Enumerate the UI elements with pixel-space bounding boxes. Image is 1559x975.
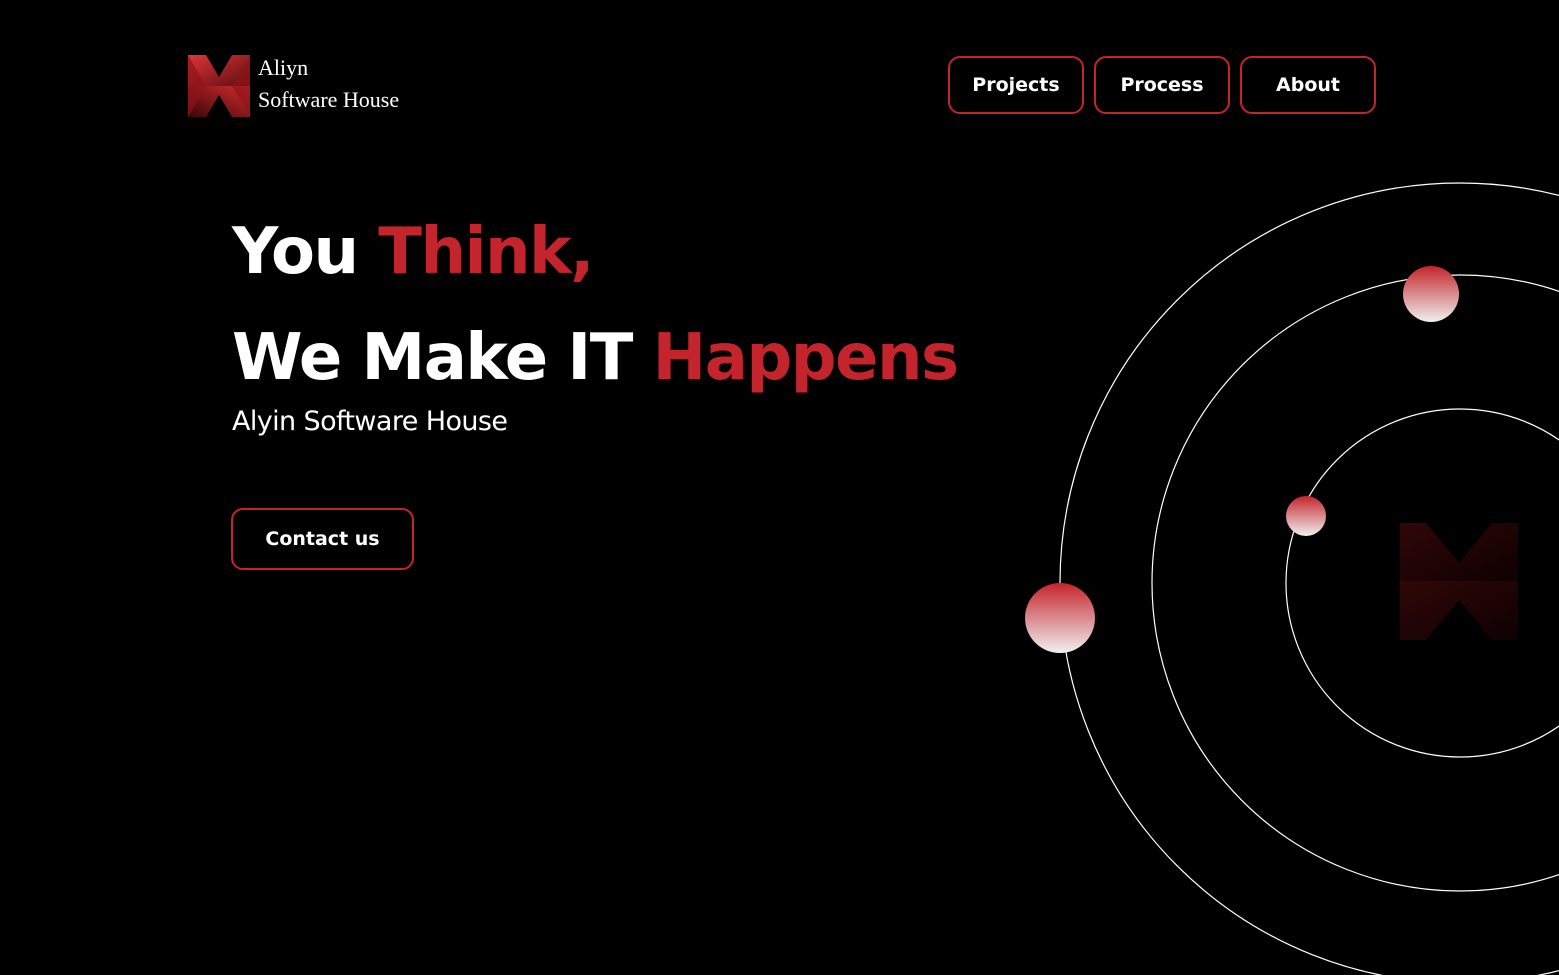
orbit-ring-middle <box>1151 274 1559 892</box>
hero-headline-line1: You Think, <box>232 210 958 294</box>
watermark-logo-icon <box>1400 523 1518 640</box>
hero-subtitle: Alyin Software House <box>232 406 508 437</box>
brand-name-line2: Software House <box>258 87 400 112</box>
orbit-ring-outer <box>1059 182 1559 975</box>
planet-large <box>1025 583 1095 653</box>
planet-top <box>1403 266 1459 322</box>
orbit-graphic <box>1025 182 1559 975</box>
hero-line1-accent: Think, <box>378 215 594 289</box>
nav-about-button[interactable]: About <box>1240 56 1376 114</box>
main-nav: Projects Process About <box>948 56 1376 114</box>
nav-projects-button[interactable]: Projects <box>948 56 1084 114</box>
hero: You Think, We Make IT Happens Alyin Soft… <box>232 210 959 437</box>
orbit-ring-inner <box>1285 408 1559 758</box>
planet-small <box>1286 496 1326 536</box>
nav-process-button[interactable]: Process <box>1094 56 1230 114</box>
brand-name-line1: Aliyn <box>258 55 309 80</box>
brand-name: Aliyn Software House <box>258 52 399 116</box>
hero-line1-white: You <box>232 215 359 289</box>
brand[interactable]: Aliyn Software House <box>188 55 399 117</box>
hero-line2-accent: Happens <box>652 321 959 395</box>
aliyn-logo-icon <box>188 55 250 117</box>
hero-headline-line2: We Make IT Happens <box>232 316 959 400</box>
hero-line2-white: We Make IT <box>232 321 633 395</box>
landing-page: Aliyn Software House Projects Process Ab… <box>0 0 1559 975</box>
contact-us-button[interactable]: Contact us <box>231 508 414 570</box>
